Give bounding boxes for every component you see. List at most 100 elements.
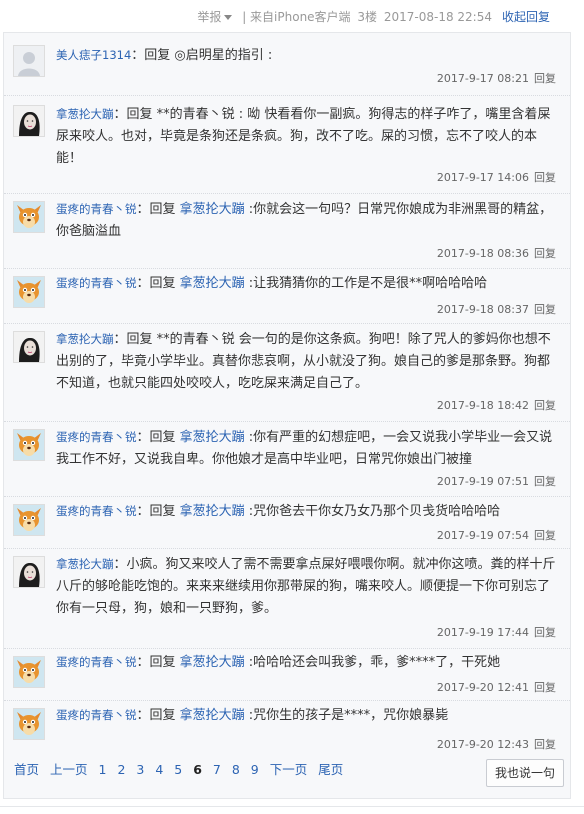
pager-next[interactable]: 下一页 [270,762,308,777]
reply-footer: 2017-9-18 08:36 回复 [437,245,556,261]
reply-footer: 2017-9-20 12:41 回复 [437,679,556,695]
reply-item: 拿葱抡大蹦：小疯。狗又来咬人了需不需要拿点屎好喂喂你啊。就冲你这喷。粪的样十斤八… [4,548,570,649]
reply-username[interactable]: 拿葱抡大蹦 [56,107,114,121]
reply-target-user[interactable]: 拿葱抡大蹦 [180,708,245,723]
pager-prev[interactable]: 上一页 [50,762,88,777]
reply-item: 拿葱抡大蹦：回复 **的青春丶锐 会一句的是你这条疯。狗吧！除了咒人的爹妈你也想… [4,323,570,422]
reply-button[interactable]: 回复 [534,475,556,488]
reply-time: 2017-9-17 08:21 [436,72,529,85]
post-meta: 举报 | 来自iPhone客户端 3楼 2017-08-18 22:54 [194,8,492,25]
reply-username[interactable]: 拿葱抡大蹦 [56,332,114,346]
reply-text-after: :咒你生的孩子是****，咒你娘暴毙 [244,708,449,723]
reply-item: 蛋疼的青春丶锐：回复 拿葱抡大蹦 :哈哈哈还会叫我爹，乖，爹****了，干死她 2… [4,648,570,701]
pager-page-2[interactable]: 2 [117,762,125,777]
reply-time: 2017-9-18 18:42 [436,399,529,412]
reply-username[interactable]: 蛋疼的青春丶锐 [56,276,137,290]
reply-username[interactable]: 蛋疼的青春丶锐 [56,708,137,722]
reply-footer: 2017-9-18 18:42 回复 [437,397,556,413]
reply-content: 蛋疼的青春丶锐：回复 拿葱抡大蹦 :你有严重的幻想症吧，一会又说我小学毕业一会又… [56,426,556,471]
reply-content: 蛋疼的青春丶锐：回复 拿葱抡大蹦 :咒你爸去干你女乃女乃那个贝戋货哈哈哈哈 [56,500,556,523]
divider [0,806,584,807]
reply-text: ：回复 [136,655,180,670]
reply-button[interactable]: 回复 [534,529,556,542]
reply-text: ：小疯。狗又来咬人了需不需要拿点屎好喂喂你啊。就冲你这喷。粪的样十斤八斤的够呛能… [56,557,556,616]
reply-button[interactable]: 回复 [534,738,556,751]
reply-text: ：回复 [136,276,180,291]
reply-footer: 2017-9-17 14:06 回复 [437,169,556,185]
reply-text-after: :咒你爸去干你女乃女乃那个贝戋货哈哈哈哈 [244,504,501,519]
dropdown-arrow-icon[interactable] [224,14,233,20]
reply-button[interactable]: 回复 [534,247,556,260]
reply-footer: 2017-9-19 17:44 回复 [437,624,556,640]
reply-username[interactable]: 美人痣子1314 [56,48,131,62]
pager-last[interactable]: 尾页 [318,762,343,777]
fox-cartoon-avatar[interactable] [13,429,45,461]
post-source: | 来自iPhone客户端 [242,10,351,24]
reply-footer: 2017-9-19 07:54 回复 [437,527,556,543]
reply-username[interactable]: 蛋疼的青春丶锐 [56,430,137,444]
pager-first[interactable]: 首页 [14,762,39,777]
reply-content: 拿葱抡大蹦：回复 **的青春丶锐 : 呦 快看看你一副疯。狗得志的样子咋了，嘴里… [56,103,556,170]
reply-content: 蛋疼的青春丶锐：回复 拿葱抡大蹦 :让我猜猜你的工作是不是很**啊哈哈哈哈 [56,272,556,295]
reply-target-user[interactable]: 拿葱抡大蹦 [180,655,245,670]
girl-photo-avatar[interactable] [13,556,45,588]
pager-page-4[interactable]: 4 [155,762,163,777]
pager-page-5[interactable]: 5 [174,762,182,777]
reply-button[interactable]: 回复 [534,303,556,316]
pager-page-9[interactable]: 9 [251,762,259,777]
girl-photo-avatar[interactable] [13,331,45,363]
pager-page-7[interactable]: 7 [213,762,221,777]
reply-target-user[interactable]: 拿葱抡大蹦 [180,202,245,217]
reply-item: 美人痣子1314：回复 ◎启明星的指引 : 2017-9-17 08:21 回复 [4,33,570,96]
reply-time: 2017-9-19 07:54 [436,529,529,542]
girl-photo-avatar[interactable] [13,105,45,137]
reply-text: ：回复 **的青春丶锐 会一句的是你这条疯。狗吧！除了咒人的爹妈你也想不出别的了… [56,332,551,391]
report-link[interactable]: 举报 [197,10,221,24]
reply-time: 2017-9-19 07:51 [436,475,529,488]
reply-footer: 2017-9-19 07:51 回复 [437,473,556,489]
reply-time: 2017-9-20 12:43 [436,738,529,751]
say-something-button[interactable]: 我也说一句 [486,759,564,787]
reply-text-after: :哈哈哈还会叫我爹，乖，爹****了，干死她 [244,655,501,670]
reply-button[interactable]: 回复 [534,399,556,412]
reply-item: 蛋疼的青春丶锐：回复 拿葱抡大蹦 :咒你爸去干你女乃女乃那个贝戋货哈哈哈哈 201… [4,496,570,549]
reply-time: 2017-9-18 08:37 [436,303,529,316]
reply-footer: 2017-9-18 08:37 回复 [437,301,556,317]
reply-username[interactable]: 蛋疼的青春丶锐 [56,504,137,518]
reply-list-panel: 美人痣子1314：回复 ◎启明星的指引 :2017-9-17 08:21 回复 拿葱… [3,32,571,799]
fox-cartoon-avatar[interactable] [13,708,45,740]
reply-button[interactable]: 回复 [534,171,556,184]
reply-username[interactable]: 蛋疼的青春丶锐 [56,202,137,216]
reply-button[interactable]: 回复 [534,626,556,639]
reply-target-user[interactable]: 拿葱抡大蹦 [180,430,245,445]
reply-item: 蛋疼的青春丶锐：回复 拿葱抡大蹦 :咒你生的孩子是****，咒你娘暴毙 2017-… [4,700,570,760]
reply-text: ：回复 [136,708,180,723]
reply-content: 蛋疼的青春丶锐：回复 拿葱抡大蹦 :哈哈哈还会叫我爹，乖，爹****了，干死她 [56,651,556,674]
post-datetime: 2017-08-18 22:54 [383,10,492,24]
reply-text-after: :让我猜猜你的工作是不是很**啊哈哈哈哈 [244,276,488,291]
reply-target-user[interactable]: 拿葱抡大蹦 [180,504,245,519]
pager-page-3[interactable]: 3 [136,762,144,777]
pager-current-page: 6 [193,762,202,777]
collapse-replies-link[interactable]: 收起回复 [502,8,550,25]
pager-page-1[interactable]: 1 [99,762,107,777]
reply-username[interactable]: 蛋疼的青春丶锐 [56,655,137,669]
reply-username[interactable]: 拿葱抡大蹦 [56,557,114,571]
reply-button[interactable]: 回复 [534,681,556,694]
reply-text: ：回复 [136,430,180,445]
reply-footer: 2017-9-17 08:21 回复 [437,70,556,86]
fox-cartoon-avatar[interactable] [13,656,45,688]
fox-cartoon-avatar[interactable] [13,504,45,536]
reply-button[interactable]: 回复 [534,72,556,85]
reply-content: 蛋疼的青春丶锐：回复 拿葱抡大蹦 :你就会这一句吗？日常咒你娘成为非洲黑哥的精盆… [56,198,556,243]
fox-cartoon-avatar[interactable] [13,276,45,308]
reply-item: 拿葱抡大蹦：回复 **的青春丶锐 : 呦 快看看你一副疯。狗得志的样子咋了，嘴里… [4,95,570,194]
reply-content: 蛋疼的青春丶锐：回复 拿葱抡大蹦 :咒你生的孩子是****，咒你娘暴毙 [56,704,556,727]
default-avatar-icon[interactable] [13,45,45,77]
pagination: 首页 上一页 1 2 3 4 5 6 7 8 9 下一页 尾页 [14,759,350,778]
pager-page-8[interactable]: 8 [232,762,240,777]
fox-cartoon-avatar[interactable] [13,201,45,233]
reply-target-user[interactable]: 拿葱抡大蹦 [180,276,245,291]
reply-text: ：回复 **的青春丶锐 : 呦 快看看你一副疯。狗得志的样子咋了，嘴里含着屎尿来… [56,107,551,166]
reply-item: 蛋疼的青春丶锐：回复 拿葱抡大蹦 :你有严重的幻想症吧，一会又说我小学毕业一会又… [4,421,570,497]
